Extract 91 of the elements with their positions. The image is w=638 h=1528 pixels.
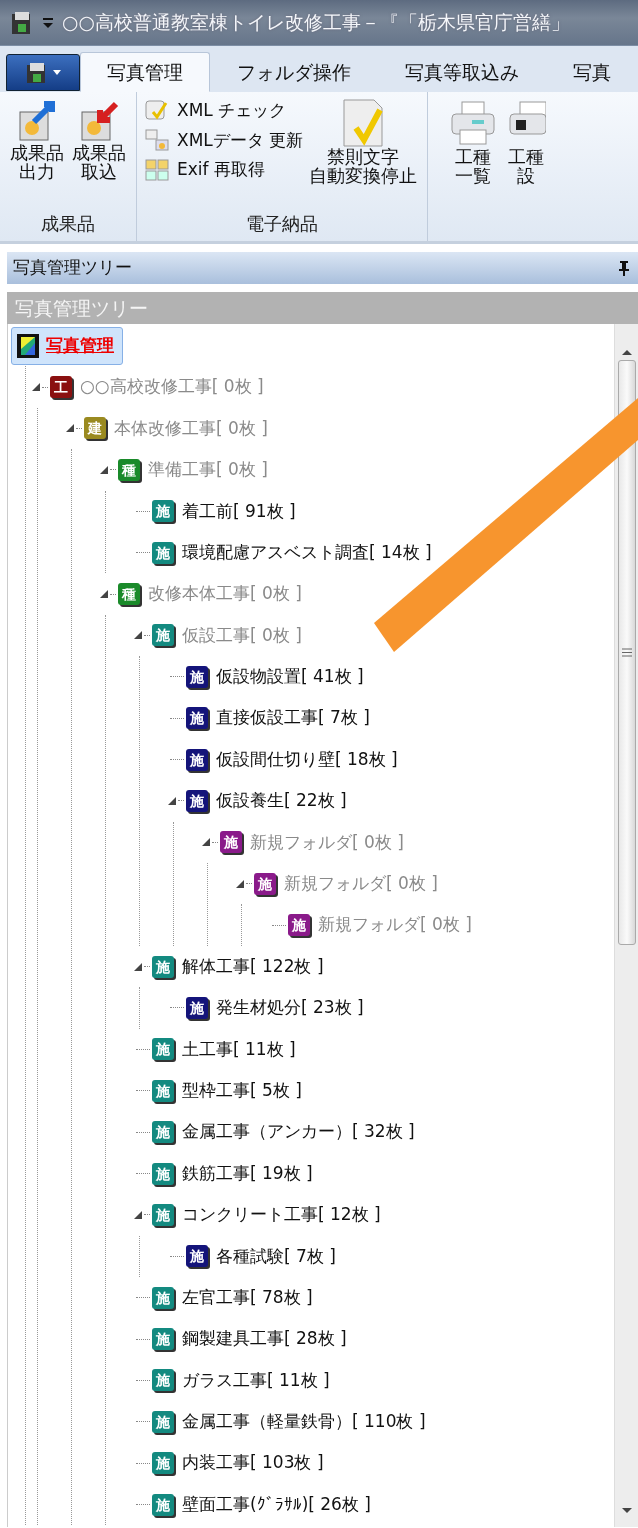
grip-icon <box>621 648 632 657</box>
tree-item[interactable]: 直接仮設工事[ 7枚 ] <box>216 705 370 731</box>
ribbon-button[interactable]: 工種 一覧 <box>446 98 501 186</box>
group-label: 成果品 <box>40 212 96 236</box>
film-icon <box>16 332 40 359</box>
expanded-icon[interactable] <box>64 422 76 435</box>
tree-item[interactable]: 仮設工事[ 0枚 ] <box>182 622 302 649</box>
tree-item[interactable]: 壁面工事(ｸﾞﾗｻﾙ)[ 26枚 ] <box>182 1491 371 1518</box>
tree-item[interactable]: 左官工事[ 78枚 ] <box>182 1284 313 1311</box>
tree-item[interactable]: 準備工事[ 0枚 ] <box>148 457 268 483</box>
tree-item[interactable]: 本体改修工事[ 0枚 ] <box>114 415 268 442</box>
tree-item[interactable]: コンクリート工事[ 12枚 ] <box>182 1202 381 1228</box>
group-label: 電子納品 <box>245 212 320 236</box>
type-marker: 施 <box>152 1452 174 1475</box>
panel-title: 写真管理ツリー <box>13 256 132 280</box>
type-marker: 施 <box>288 914 310 937</box>
quick-access-icon[interactable] <box>42 15 54 30</box>
type-marker: 施 <box>152 1203 174 1226</box>
type-marker: 施 <box>152 1286 174 1309</box>
type-marker: 種 <box>118 458 140 481</box>
caret-icon <box>53 70 61 75</box>
type-marker: 施 <box>152 624 174 647</box>
tree-header: 写真管理ツリー <box>7 292 638 324</box>
scroll-up-icon[interactable] <box>620 348 633 356</box>
ribbon-button[interactable]: 工種 設 <box>504 98 549 186</box>
type-marker: 施 <box>152 1328 174 1351</box>
expanded-icon[interactable] <box>98 588 110 601</box>
type-marker: 施 <box>186 748 208 771</box>
tree-item[interactable]: 内装工事[ 103枚 ] <box>182 1450 324 1476</box>
ribbon-button[interactable]: Exif 再取得 <box>145 157 304 183</box>
ribbon-tab[interactable]: 写真 <box>546 52 638 92</box>
scroll-down-icon[interactable] <box>620 1507 633 1515</box>
tree-item[interactable]: 環境配慮アスベスト調査[ 14枚 ] <box>182 539 432 566</box>
type-marker: 施 <box>152 541 174 564</box>
type-marker: 施 <box>152 1162 174 1185</box>
tree-item[interactable]: 新規フォルダ[ 0枚 ] <box>284 871 438 897</box>
type-marker: 種 <box>118 583 140 606</box>
tree-item[interactable]: 型枠工事[ 5枚 ] <box>182 1077 302 1104</box>
expanded-icon[interactable] <box>166 795 178 807</box>
photo-grid-icon <box>145 158 169 181</box>
tree-item[interactable]: 土工事[ 11枚 ] <box>182 1036 296 1063</box>
ribbon-tab[interactable]: 写真管理 <box>80 52 210 92</box>
tree-item[interactable]: 解体工事[ 122枚 ] <box>182 953 324 980</box>
tree-item[interactable]: ○○高校改修工事[ 0枚 ] <box>80 374 264 400</box>
type-marker: 工 <box>50 376 72 399</box>
type-marker: 施 <box>152 500 174 523</box>
tree-item[interactable]: 仮設間仕切り壁[ 18枚 ] <box>216 746 398 773</box>
tree-item[interactable]: 金属工事（アンカー）[ 32枚 ] <box>182 1119 415 1145</box>
type-marker: 施 <box>152 1121 174 1144</box>
type-marker: 施 <box>186 790 208 812</box>
ribbon-tab[interactable]: フォルダ操作 <box>210 52 378 92</box>
tree-item[interactable]: 鉄筋工事[ 19枚 ] <box>182 1160 313 1187</box>
tree-item[interactable]: 発生材処分[ 23枚 ] <box>216 995 364 1021</box>
tree-item[interactable]: 改修本体工事[ 0枚 ] <box>148 581 302 607</box>
type-marker: 施 <box>152 1079 174 1102</box>
type-marker: 施 <box>186 665 208 688</box>
tree-item[interactable]: 仮設物設置[ 41枚 ] <box>216 664 364 690</box>
app-menu-button[interactable] <box>6 54 80 91</box>
tree-item[interactable]: 鋼製建具工事[ 28枚 ] <box>182 1326 347 1352</box>
pin-icon[interactable] <box>618 260 630 276</box>
type-marker: 施 <box>254 872 276 895</box>
photos-icon <box>145 129 169 152</box>
ribbon-button[interactable]: 成果品 出力 <box>8 98 66 182</box>
tree-item[interactable]: 新規フォルダ[ 0枚 ] <box>318 912 472 938</box>
type-marker: 建 <box>84 417 106 440</box>
ribbon-button[interactable]: 禁則文字 自動変換停止 <box>307 98 420 186</box>
expanded-icon[interactable] <box>132 629 144 642</box>
ribbon-button[interactable]: XML チェック <box>145 98 304 124</box>
type-marker: 施 <box>152 1410 174 1433</box>
expanded-icon[interactable] <box>30 381 42 394</box>
ribbon-tab[interactable]: 写真等取込み <box>378 52 546 92</box>
type-marker: 施 <box>152 955 174 978</box>
scroll-thumb[interactable] <box>617 360 636 945</box>
type-marker: 施 <box>220 831 242 854</box>
type-marker: 施 <box>186 1245 208 1268</box>
type-marker: 施 <box>152 1038 174 1061</box>
type-marker: 施 <box>152 1369 174 1392</box>
type-marker: 施 <box>152 1493 174 1516</box>
tree-item[interactable]: 仮設養生[ 22枚 ] <box>216 788 347 814</box>
tree-item[interactable]: 各種試験[ 7枚 ] <box>216 1243 336 1270</box>
ribbon-button[interactable]: XMLデータ 更新 <box>145 127 304 153</box>
scrollbar[interactable] <box>614 324 638 1527</box>
tree-item[interactable]: 着工前[ 91枚 ] <box>182 498 296 524</box>
tree-item[interactable]: 新規フォルダ[ 0枚 ] <box>250 829 404 856</box>
type-marker: 施 <box>186 707 208 730</box>
type-marker: 施 <box>186 996 208 1019</box>
ribbon-button[interactable]: 成果品 取込 <box>70 98 128 182</box>
tree-item[interactable]: ガラス工事[ 11枚 ] <box>182 1367 330 1394</box>
window-title: ○○高校普通教室棟トイレ改修工事－『「栃木県官庁営繕」 <box>62 10 571 36</box>
expanded-icon[interactable] <box>200 836 212 849</box>
tree-item[interactable]: 金属工事（軽量鉄骨）[ 110枚 ] <box>182 1409 426 1435</box>
